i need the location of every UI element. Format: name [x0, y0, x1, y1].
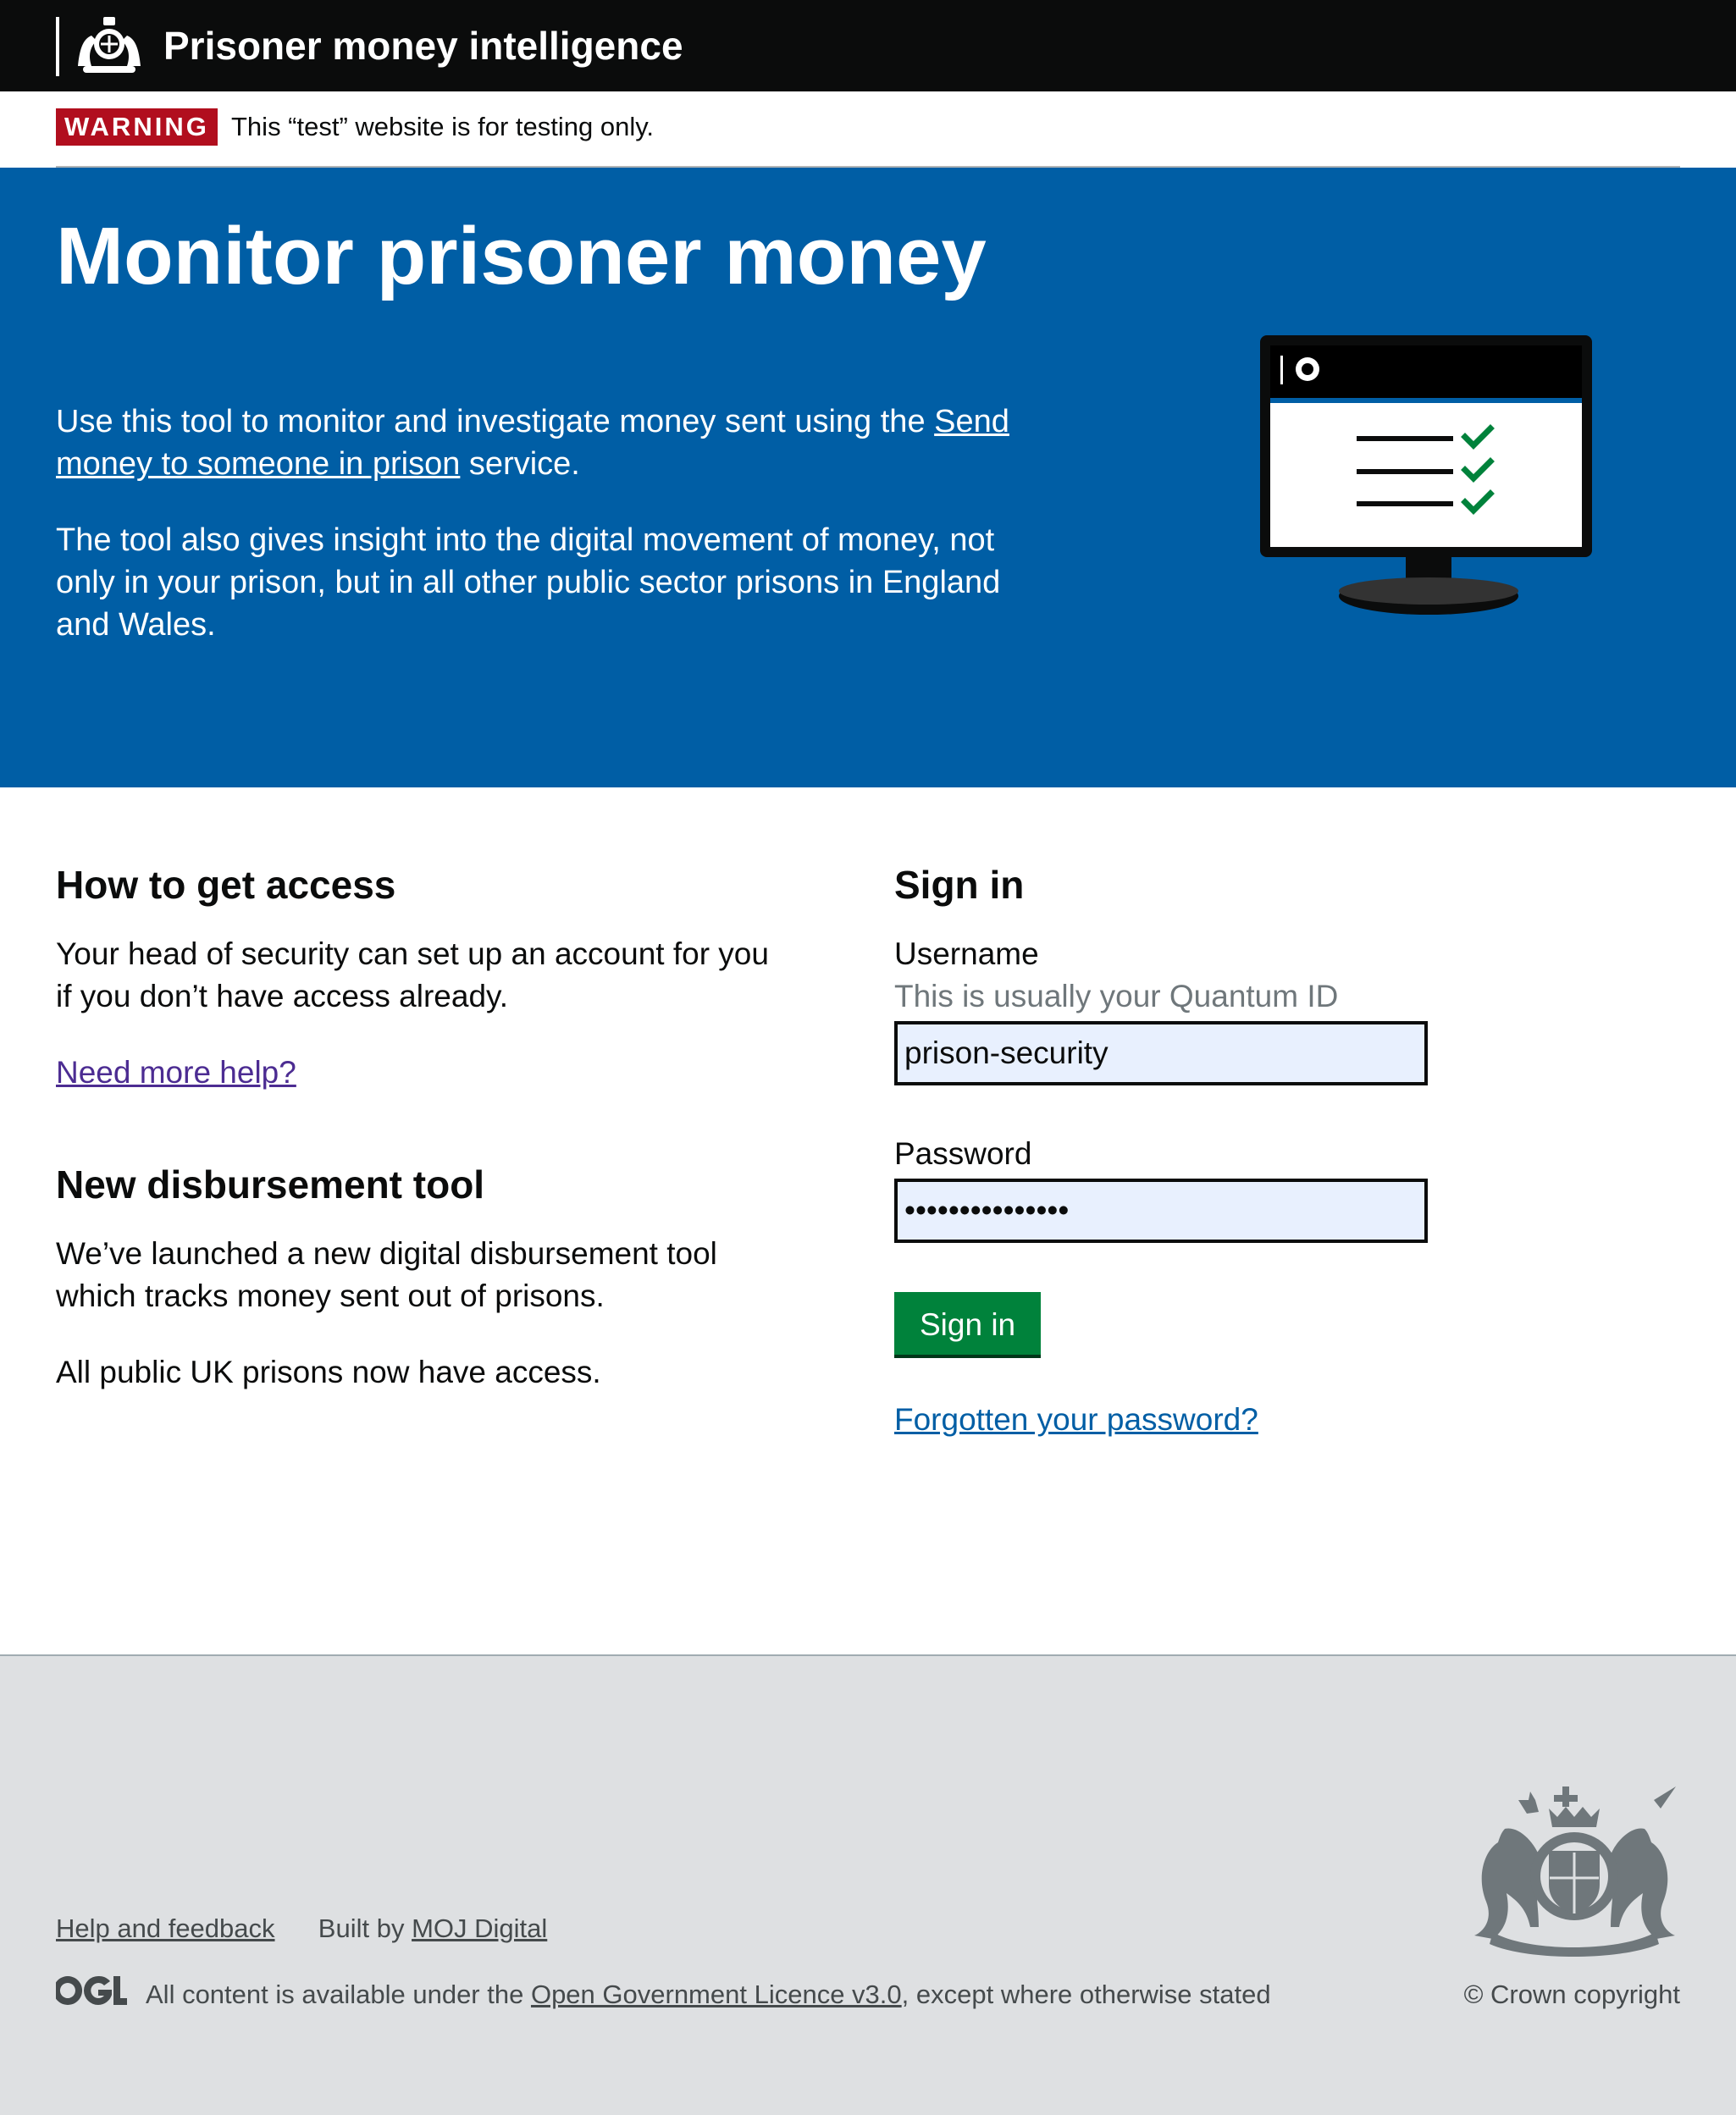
phase-banner: WARNING This “test” website is for testi…: [0, 91, 1736, 168]
hero-intro: Use this tool to monitor and investigate…: [56, 400, 1013, 485]
warning-tag: WARNING: [56, 108, 218, 146]
help-feedback-link[interactable]: Help and feedback: [56, 1913, 275, 1943]
open-government-licence-link[interactable]: Open Government Licence v3.0: [531, 1980, 902, 2009]
service-name[interactable]: Prisoner money intelligence: [163, 22, 683, 69]
access-info-column: How to get access Your head of security …: [56, 855, 776, 1394]
monitor-checklist-icon: [1260, 335, 1592, 615]
footer-links: Help and feedback Built by MOJ Digital: [56, 1910, 547, 1947]
licence-text-start: All content is available under the: [146, 1980, 531, 2009]
licence-text: All content is available under the Open …: [146, 1976, 1271, 2013]
access-heading: How to get access: [56, 863, 396, 907]
licence-text-end: , except where otherwise stated: [901, 1980, 1271, 2009]
built-by-text: Built by: [318, 1913, 412, 1943]
hero-section: Monitor prisoner money Use this tool to …: [0, 168, 1736, 787]
sign-in-heading: Sign in: [894, 863, 1025, 907]
disbursement-heading: New disbursement tool: [56, 1162, 485, 1207]
username-label: Username: [894, 936, 1039, 971]
ogl-logo-icon: [56, 1975, 127, 2005]
hero-intro-text-end: service.: [460, 446, 580, 482]
password-input[interactable]: [894, 1179, 1428, 1243]
site-header: Prisoner money intelligence: [0, 0, 1736, 91]
password-label: Password: [894, 1136, 1032, 1171]
username-input[interactable]: [894, 1021, 1428, 1085]
sign-in-button[interactable]: Sign in: [894, 1292, 1042, 1355]
site-footer: Help and feedback Built by MOJ Digital A…: [0, 1654, 1736, 2115]
header-divider: [56, 17, 59, 76]
need-more-help-link[interactable]: Need more help?: [56, 1052, 296, 1094]
moj-digital-link[interactable]: MOJ Digital: [412, 1913, 547, 1943]
hero-intro-text: Use this tool to monitor and investigate…: [56, 404, 935, 439]
disbursement-body-2: All public UK prisons now have access.: [56, 1355, 601, 1389]
warning-message: This “test” website is for testing only.: [231, 112, 655, 141]
sign-in-form: Sign in Username This is usually your Qu…: [894, 855, 1487, 1441]
access-body: Your head of security can set up an acco…: [56, 936, 769, 1013]
username-hint: This is usually your Quantum ID: [894, 979, 1339, 1013]
forgotten-password-link[interactable]: Forgotten your password?: [894, 1399, 1258, 1441]
royal-coat-of-arms-icon[interactable]: [71, 15, 147, 78]
crown-copyright[interactable]: © Crown copyright: [1464, 1976, 1680, 2013]
royal-coat-of-arms-icon[interactable]: [1468, 1783, 1682, 1958]
page-title: Monitor prisoner money: [56, 211, 987, 301]
disbursement-body: We’ve launched a new digital disbursemen…: [56, 1236, 717, 1313]
hero-paragraph: The tool also gives insight into the dig…: [56, 522, 1001, 643]
